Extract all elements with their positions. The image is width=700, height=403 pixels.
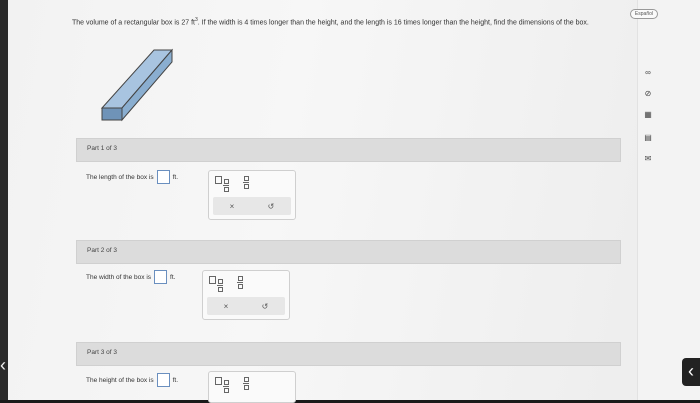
part-1-unit: ft. [172, 173, 178, 181]
mixed-number-button[interactable] [209, 276, 223, 292]
calculator-icon[interactable]: ▦ [642, 108, 654, 120]
width-answer-input[interactable] [154, 270, 168, 284]
rectangular-box-image [100, 48, 174, 122]
part-3-unit: ft. [172, 376, 178, 384]
problem-text-pre: The volume of a rectangular box is 27 ft [72, 19, 195, 27]
part-1-prompt: The length of the box is [86, 173, 154, 181]
clear-button[interactable]: × [230, 202, 235, 211]
problem-statement: The volume of a rectangular box is 27 ft… [72, 16, 632, 27]
left-bezel [0, 0, 8, 400]
mixed-number-button[interactable] [215, 377, 229, 393]
part-3-question: The height of the box is ft. [86, 373, 178, 387]
undo-button[interactable]: ↺ [262, 302, 269, 311]
part-3-label: Part 3 of 3 [87, 349, 117, 356]
infinity-icon[interactable]: ∞ [642, 66, 654, 78]
part-1-math-toolbar: × ↺ [208, 170, 296, 220]
part-3-math-toolbar [208, 371, 296, 403]
part-1-question: The length of the box is ft. [86, 170, 178, 184]
part-2-header: Part 2 of 3 [76, 240, 621, 264]
mail-icon[interactable]: ✉ [642, 152, 654, 164]
fraction-button[interactable] [243, 176, 249, 192]
check-circle-icon[interactable]: ⊘ [642, 87, 654, 99]
part-2-label: Part 2 of 3 [87, 247, 117, 254]
undo-button[interactable]: ↺ [268, 202, 275, 211]
part-1-label: Part 1 of 3 [87, 145, 117, 152]
problem-text-post: . If the width is 4 times longer than th… [197, 19, 589, 27]
fraction-button[interactable] [237, 276, 243, 292]
right-sidebar [637, 0, 700, 400]
part-2-math-toolbar: × ↺ [202, 270, 290, 320]
mixed-number-button[interactable] [215, 176, 229, 192]
part-3-header: Part 3 of 3 [76, 342, 621, 366]
length-answer-input[interactable] [156, 170, 170, 184]
collapse-panel-icon[interactable]: ‹ [682, 358, 700, 386]
part-2-unit: ft. [170, 273, 176, 281]
clear-button[interactable]: × [224, 302, 229, 311]
language-toggle-button[interactable]: Español [629, 9, 658, 19]
part-1-header: Part 1 of 3 [76, 138, 621, 162]
part-3-prompt: The height of the box is [86, 376, 154, 384]
screen: The volume of a rectangular box is 27 ft… [4, 0, 700, 403]
back-nav-icon[interactable]: ‹ [0, 355, 6, 376]
grid-icon[interactable]: ▤ [642, 131, 654, 143]
part-2-question: The width of the box is ft. [86, 270, 175, 284]
part-2-prompt: The width of the box is [86, 273, 152, 281]
height-answer-input[interactable] [156, 373, 170, 387]
fraction-button[interactable] [243, 377, 249, 393]
